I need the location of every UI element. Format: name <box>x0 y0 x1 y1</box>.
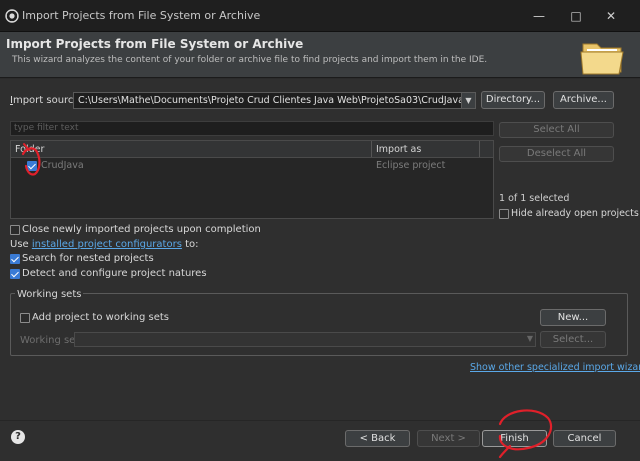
chevron-down-icon[interactable]: ▼ <box>461 93 475 108</box>
import-source-label: Import source: <box>10 95 83 106</box>
chevron-down-icon: ▼ <box>526 334 533 343</box>
add-to-working-sets-checkbox[interactable] <box>20 313 30 323</box>
table-row[interactable]: CrudJava Eclipse project <box>11 159 493 173</box>
column-header-folder[interactable]: Folder <box>15 144 44 155</box>
directory-button[interactable]: Directory... <box>481 91 545 109</box>
configurators-link[interactable]: installed project configurators <box>32 239 182 250</box>
archive-button[interactable]: Archive... <box>553 91 614 109</box>
column-divider[interactable] <box>479 141 480 157</box>
footer-divider <box>0 420 640 421</box>
detect-natures-label: Detect and configure project natures <box>22 268 207 279</box>
window-title: Import Projects from File System or Arch… <box>22 9 261 22</box>
finish-button[interactable]: Finish <box>482 430 547 447</box>
next-button[interactable]: Next > <box>417 430 480 447</box>
folder-banner-icon <box>580 43 624 75</box>
eclipse-app-icon <box>5 9 19 23</box>
wizard-title: Import Projects from File System or Arch… <box>6 37 304 51</box>
search-nested-checkbox[interactable] <box>10 254 20 264</box>
minimize-icon: — <box>533 9 545 23</box>
select-working-sets-button[interactable]: Select... <box>540 331 606 348</box>
filter-input[interactable]: type filter text <box>10 121 494 136</box>
selected-count: 1 of 1 selected <box>499 193 570 204</box>
working-sets-combo[interactable]: ▼ <box>74 332 536 347</box>
close-imported-checkbox[interactable] <box>10 225 20 235</box>
cancel-button[interactable]: Cancel <box>553 430 616 447</box>
search-nested-label: Search for nested projects <box>22 253 154 264</box>
hide-open-checkbox[interactable] <box>499 209 509 219</box>
configurators-text: Use installed project configurators to: <box>10 239 199 250</box>
show-other-wizards-link[interactable]: Show other specialized import wizards <box>470 362 640 373</box>
add-to-working-sets-label: Add project to working sets <box>32 312 169 323</box>
wizard-description: This wizard analyzes the content of your… <box>12 55 488 65</box>
maximize-button[interactable]: □ <box>559 6 593 26</box>
deselect-all-button[interactable]: Deselect All <box>499 146 614 162</box>
crudjava-checkbox[interactable] <box>27 161 37 171</box>
table-header: Folder Import as <box>11 141 493 158</box>
help-icon[interactable]: ? <box>11 430 25 444</box>
import-source-value: C:\Users\Mathe\Documents\Projeto Crud Cl… <box>78 95 464 106</box>
close-icon: ✕ <box>605 9 617 23</box>
close-imported-label: Close newly imported projects upon compl… <box>22 224 261 235</box>
column-divider[interactable] <box>371 141 372 157</box>
close-button[interactable]: ✕ <box>594 6 628 26</box>
minimize-button[interactable]: — <box>522 6 556 26</box>
filter-placeholder: type filter text <box>14 123 79 133</box>
import-as-cell: Eclipse project <box>376 160 446 171</box>
column-header-import-as[interactable]: Import as <box>376 144 421 155</box>
projects-table[interactable]: Folder Import as CrudJava Eclipse projec… <box>10 140 494 219</box>
working-sets-title: Working sets <box>15 289 84 300</box>
folder-cell: CrudJava <box>41 160 84 171</box>
hide-open-label: Hide already open projects <box>511 208 639 219</box>
maximize-icon: □ <box>570 9 582 23</box>
new-working-set-button[interactable]: New... <box>540 309 606 326</box>
import-source-combo[interactable]: C:\Users\Mathe\Documents\Projeto Crud Cl… <box>73 92 476 109</box>
detect-natures-checkbox[interactable] <box>10 269 20 279</box>
select-all-button[interactable]: Select All <box>499 122 614 138</box>
back-button[interactable]: < Back <box>345 430 410 447</box>
